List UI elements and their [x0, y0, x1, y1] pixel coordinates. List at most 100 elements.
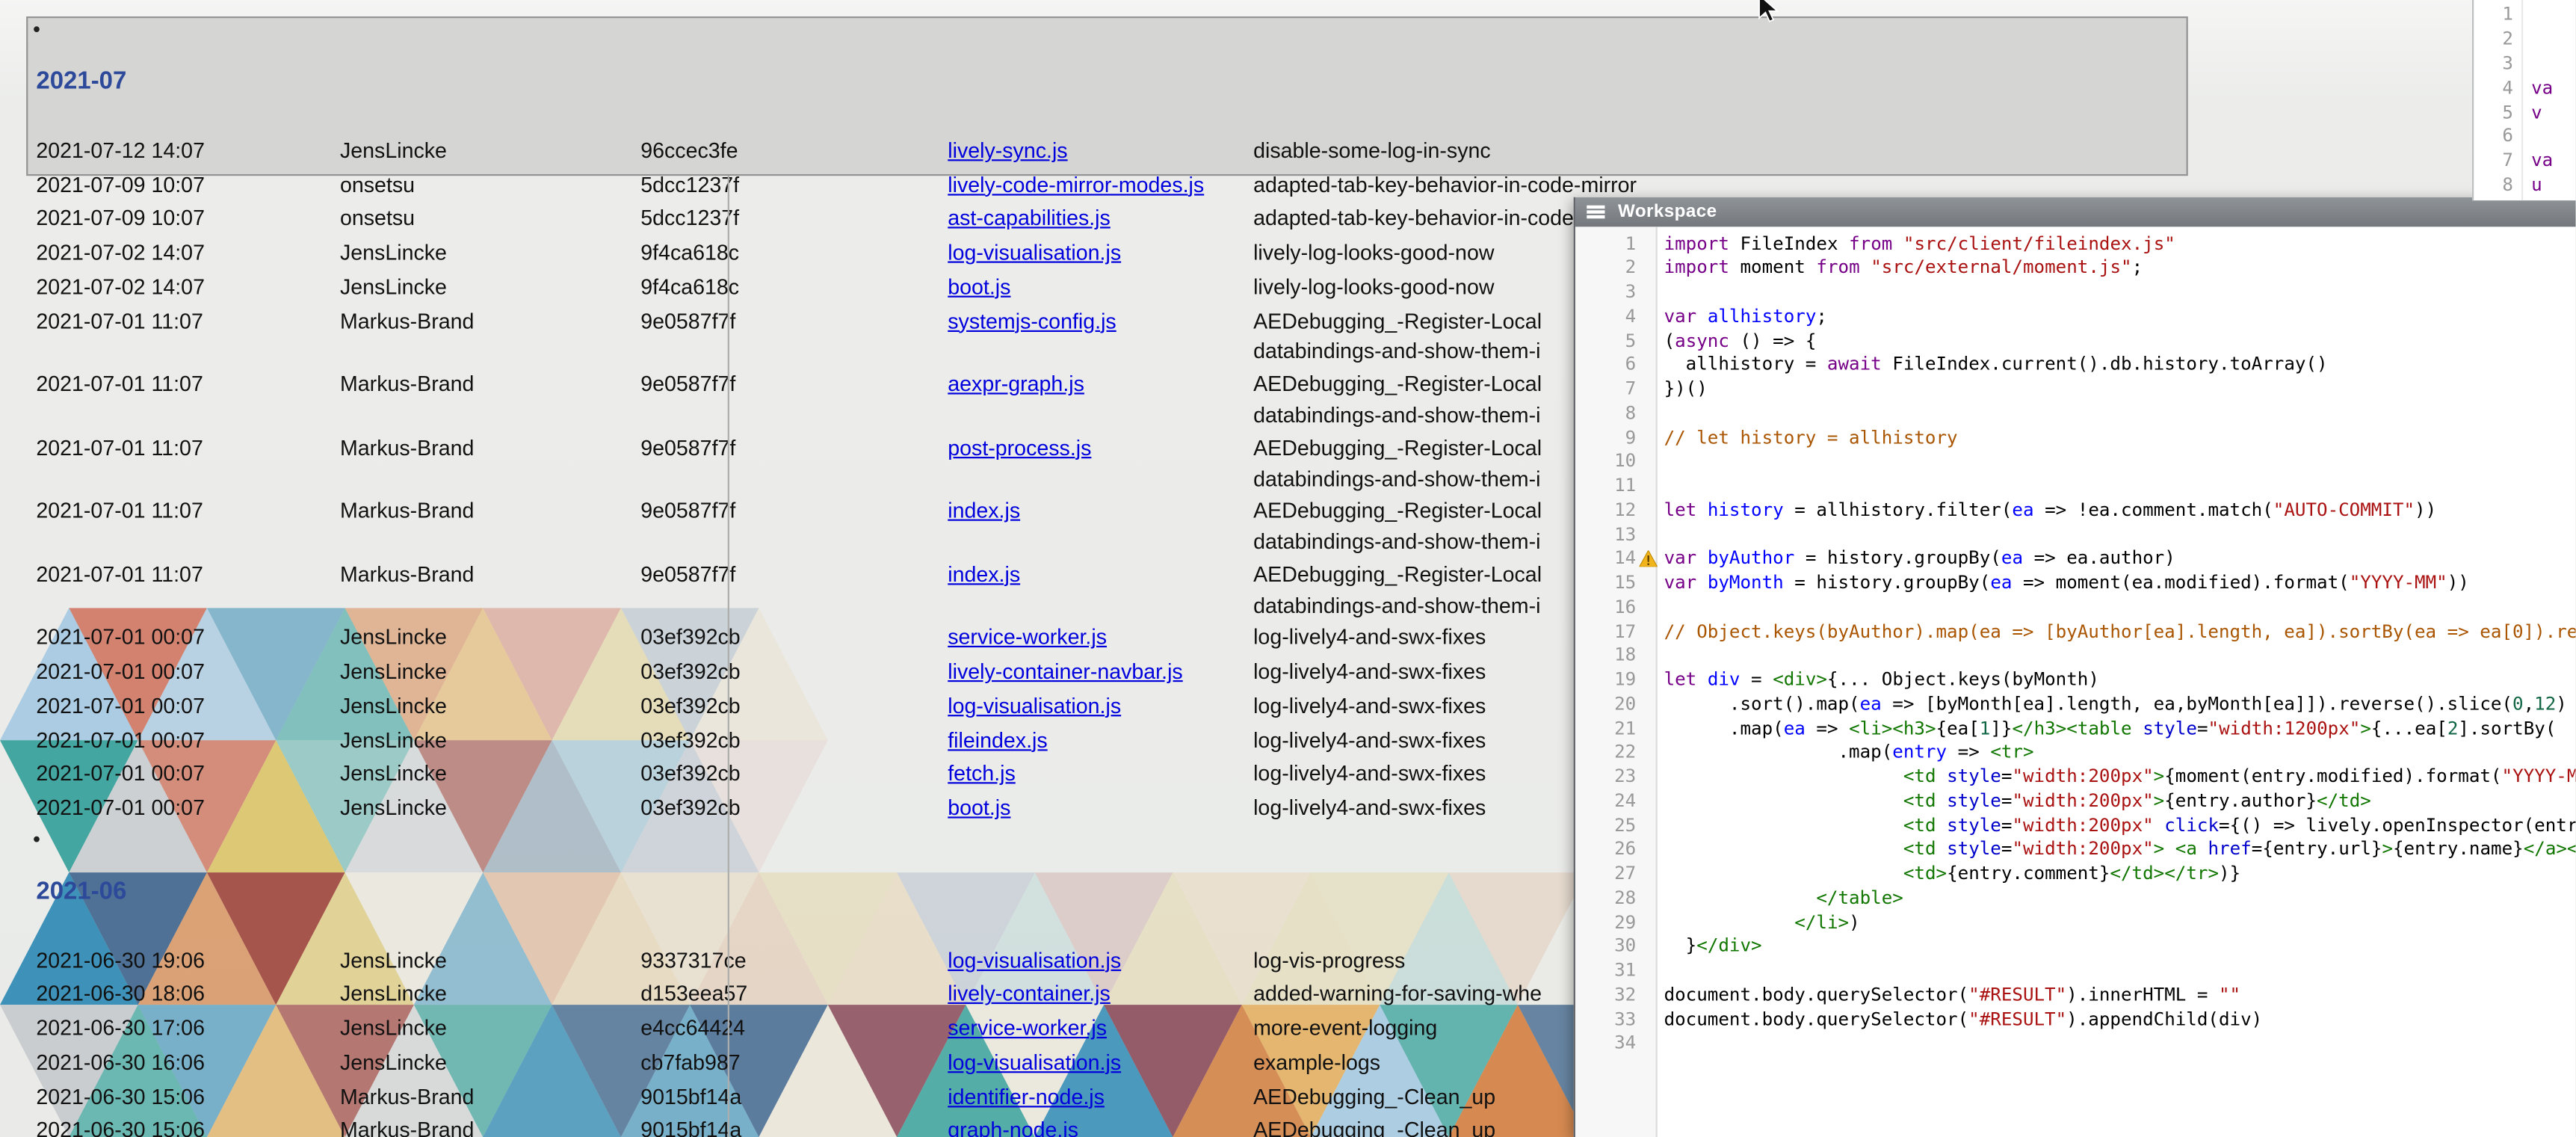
window-menu-icon[interactable]: [1587, 204, 1604, 219]
file-link[interactable]: boot.js: [948, 274, 1010, 299]
file-link[interactable]: index.js: [948, 499, 1020, 523]
file-link[interactable]: service-worker.js: [948, 1016, 1107, 1041]
file-link[interactable]: identifier-node.js: [948, 1084, 1105, 1109]
file-link[interactable]: lively-container.js: [948, 982, 1111, 1006]
editor-code[interactable]: import FileIndex from "src/client/filein…: [1658, 226, 2576, 1137]
commit-file-cell: graph-node.js: [948, 1115, 1253, 1137]
file-link[interactable]: lively-container-navbar.js: [948, 659, 1182, 684]
code-line: import FileIndex from "src/client/filein…: [1664, 232, 2576, 256]
commit-author: JensLincke: [340, 1047, 640, 1081]
commit-hash: 9f4ca618c: [640, 271, 948, 305]
line-number: 6: [1575, 354, 1656, 378]
commit-author: Markus-Brand: [340, 1115, 640, 1137]
file-link[interactable]: fetch.js: [948, 761, 1016, 786]
commit-hash: 9e0587f7f: [640, 431, 948, 466]
file-link[interactable]: lively-code-mirror-modes.js: [948, 172, 1204, 197]
commit-author: Markus-Brand: [340, 1080, 640, 1115]
line-number: 22: [1575, 742, 1656, 765]
line-number: 19: [1575, 669, 1656, 693]
code-line: var byAuthor = history.groupBy(ea => ea.…: [1664, 547, 2576, 571]
commit-date: 2021-07-01 00:07: [36, 792, 340, 826]
file-link[interactable]: ast-capabilities.js: [948, 206, 1111, 231]
commit-hash: d153eea57: [640, 979, 948, 1013]
commit-file-cell: fetch.js: [948, 758, 1253, 792]
file-link[interactable]: fileindex.js: [948, 727, 1047, 752]
commit-date: 2021-07-01 00:07: [36, 622, 340, 656]
code-line: (async () => {: [1664, 330, 2576, 354]
commit-file-cell: lively-container-navbar.js: [948, 656, 1253, 690]
commit-date: 2021-07-01 00:07: [36, 656, 340, 690]
commit-file-cell: log-visualisation.js: [948, 1047, 1253, 1081]
commit-author: JensLincke: [340, 1012, 640, 1047]
side-code-line: va: [2531, 150, 2575, 175]
line-number: 21: [1575, 717, 1656, 741]
code-line: [1664, 281, 2576, 305]
file-link[interactable]: systemjs-config.js: [948, 308, 1116, 333]
code-editor[interactable]: 1234567891011121314!15161718192021222324…: [1575, 226, 2576, 1137]
svg-text:!: !: [1644, 555, 1652, 567]
file-link[interactable]: log-visualisation.js: [948, 1050, 1121, 1074]
commit-author: onsetsu: [340, 203, 640, 237]
code-line: <td style="width:200px" click={() => liv…: [1664, 814, 2576, 838]
line-number: 20: [1575, 693, 1656, 717]
file-link[interactable]: graph-node.js: [948, 1118, 1078, 1137]
commit-file-cell: boot.js: [948, 792, 1253, 826]
commit-date: 2021-06-30 17:06: [36, 1012, 340, 1047]
file-link[interactable]: post-process.js: [948, 435, 1091, 460]
line-number: 10: [1575, 451, 1656, 475]
commit-date: 2021-07-01 00:07: [36, 758, 340, 792]
commit-date: 2021-06-30 15:06: [36, 1080, 340, 1115]
side-line-number: 6: [2474, 126, 2513, 150]
commit-author: JensLincke: [340, 724, 640, 758]
file-link[interactable]: lively-sync.js: [948, 138, 1067, 163]
commit-file-cell: aexpr-graph.js: [948, 369, 1253, 403]
commit-file-cell: service-worker.js: [948, 1012, 1253, 1047]
side-editor-window: 12345678 vavvau: [2472, 0, 2575, 200]
side-line-number: 3: [2474, 52, 2513, 77]
side-code-line: v: [2531, 101, 2575, 126]
commit-hash: 9e0587f7f: [640, 369, 948, 403]
commit-hash: 9f4ca618c: [640, 237, 948, 271]
code-line: [1664, 960, 2576, 984]
commit-hash: 03ef392cb: [640, 724, 948, 758]
file-link[interactable]: aexpr-graph.js: [948, 372, 1084, 396]
commit-hash: 03ef392cb: [640, 758, 948, 792]
side-line-number: 5: [2474, 101, 2513, 126]
commit-file-cell: log-visualisation.js: [948, 690, 1253, 724]
commit-hash: 03ef392cb: [640, 792, 948, 826]
code-line: .map(entry => <tr>: [1664, 742, 2576, 765]
commit-date: 2021-07-01 11:07: [36, 431, 340, 466]
line-number: 11: [1575, 475, 1656, 499]
side-editor-code[interactable]: vavvau: [2523, 0, 2575, 200]
file-link[interactable]: index.js: [948, 561, 1020, 586]
commit-date: 2021-07-01 11:07: [36, 305, 340, 339]
file-link[interactable]: service-worker.js: [948, 625, 1107, 650]
code-line: }</div>: [1664, 935, 2576, 959]
line-number: 4: [1575, 305, 1656, 329]
code-line: var byMonth = history.groupBy(ea => mome…: [1664, 572, 2576, 596]
commit-file-cell: identifier-node.js: [948, 1080, 1253, 1115]
side-code-line: [2531, 52, 2575, 77]
commit-date: 2021-07-12 14:07: [36, 135, 340, 169]
side-line-number: 8: [2474, 175, 2513, 200]
side-code-line: [2531, 28, 2575, 52]
window-titlebar[interactable]: Workspace: [1575, 197, 2576, 226]
commit-date: 2021-06-30 19:06: [36, 944, 340, 979]
code-line: let history = allhistory.filter(ea => !e…: [1664, 499, 2576, 523]
line-number: 34: [1575, 1032, 1656, 1056]
line-number: 2: [1575, 256, 1656, 280]
code-line: var allhistory;: [1664, 305, 2576, 329]
commit-author: JensLincke: [340, 944, 640, 979]
commit-date: 2021-07-02 14:07: [36, 237, 340, 271]
file-link[interactable]: log-visualisation.js: [948, 240, 1121, 265]
commit-file-cell: log-visualisation.js: [948, 944, 1253, 979]
side-line-number: 7: [2474, 150, 2513, 175]
commit-date: 2021-07-01 00:07: [36, 690, 340, 724]
file-link[interactable]: log-visualisation.js: [948, 948, 1121, 973]
file-link[interactable]: log-visualisation.js: [948, 693, 1121, 718]
line-number: 24: [1575, 790, 1656, 814]
line-number: 29: [1575, 911, 1656, 935]
file-link[interactable]: boot.js: [948, 795, 1010, 820]
commit-hash: 9015bf14a: [640, 1080, 948, 1115]
commit-author: JensLincke: [340, 237, 640, 271]
